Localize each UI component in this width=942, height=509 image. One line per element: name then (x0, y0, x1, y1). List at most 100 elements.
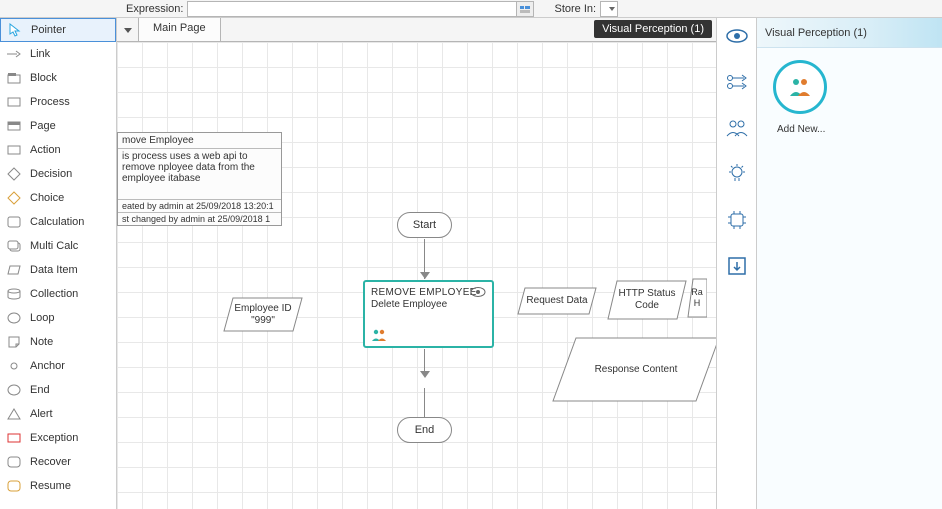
visual-perception-badge[interactable]: Visual Perception (1) (594, 20, 712, 38)
data-label: Employee ID (234, 303, 291, 314)
expression-input[interactable] (187, 1, 517, 17)
tool-link[interactable]: Link (0, 42, 116, 66)
tool-label: Recover (30, 456, 71, 468)
tool-label: Calculation (30, 216, 84, 228)
ai-button[interactable] (723, 206, 751, 234)
people-icon (371, 328, 387, 342)
data-item-employee-id[interactable]: Employee ID"999" (223, 297, 303, 332)
tool-label: Pointer (31, 24, 66, 36)
data-label: HTTP Status Code (607, 288, 687, 312)
choice-icon (6, 190, 22, 206)
tool-block[interactable]: Block (0, 66, 116, 90)
tool-calculation[interactable]: Calculation (0, 210, 116, 234)
tab-main-page[interactable]: Main Page (139, 18, 221, 41)
tool-process[interactable]: Process (0, 90, 116, 114)
tool-label: Process (30, 96, 70, 108)
tool-page[interactable]: Page (0, 114, 116, 138)
tool-collection[interactable]: Collection (0, 282, 116, 306)
resume-icon (6, 478, 22, 494)
eye-icon (470, 286, 486, 298)
exception-icon (6, 430, 22, 446)
end-stage[interactable]: End (397, 417, 452, 443)
tool-action[interactable]: Action (0, 138, 116, 162)
data-item-request-data[interactable]: Request Data (517, 287, 597, 315)
tool-dataitem[interactable]: Data Item (0, 258, 116, 282)
loop-icon (6, 310, 22, 326)
tool-label: Action (30, 144, 61, 156)
export-button[interactable] (723, 252, 751, 280)
note-icon (6, 334, 22, 350)
tool-label: Page (30, 120, 56, 132)
arrow-icon (420, 272, 430, 279)
data-label: Ra H (687, 287, 707, 309)
tool-label: Resume (30, 480, 71, 492)
tool-label: Block (30, 72, 57, 84)
vp-item-icon[interactable] (773, 60, 827, 114)
process-icon (6, 94, 22, 110)
data-item-response-content[interactable]: Response Content (552, 337, 716, 402)
page-tabs: Main Page Visual Perception (1) (117, 18, 716, 42)
tool-note[interactable]: Note (0, 330, 116, 354)
tool-pointer[interactable]: Pointer (0, 18, 116, 42)
block-icon (6, 70, 22, 86)
multicalc-icon (6, 238, 22, 254)
data-label: Response Content (595, 364, 678, 376)
tool-label: Link (30, 48, 50, 60)
tool-label: Anchor (30, 360, 65, 372)
action-subtitle: Delete Employee (371, 299, 486, 310)
tab-dropdown[interactable] (117, 18, 139, 42)
idea-button[interactable] (723, 160, 751, 188)
tool-label: Decision (30, 168, 72, 180)
tool-label: Alert (30, 408, 53, 420)
pointer-icon (7, 22, 23, 38)
expression-label: Expression: (0, 3, 187, 15)
alert-icon (6, 406, 22, 422)
expression-picker-button[interactable] (516, 1, 534, 17)
info-changed: st changed by admin at 25/09/2018 1 (118, 212, 281, 225)
tool-anchor[interactable]: Anchor (0, 354, 116, 378)
right-icon-bar (717, 18, 757, 509)
action-stage-remove-employee[interactable]: REMOVE EMPLOYEE Delete Employee (363, 280, 494, 348)
decision-icon (6, 166, 22, 182)
data-value: "999" (251, 315, 275, 326)
tool-loop[interactable]: Loop (0, 306, 116, 330)
tool-end[interactable]: End (0, 378, 116, 402)
data-item-partial[interactable]: Ra H (687, 278, 707, 318)
flow-button[interactable] (723, 68, 751, 96)
tool-label: End (30, 384, 50, 396)
tool-alert[interactable]: Alert (0, 402, 116, 426)
anchor-icon (6, 358, 22, 374)
tool-label: Data Item (30, 264, 78, 276)
recover-icon (6, 454, 22, 470)
toolbox: Pointer Link Block Process Page Action D… (0, 18, 117, 509)
collection-icon (6, 286, 22, 302)
store-in-label: Store In: (534, 3, 600, 15)
link-icon (6, 46, 22, 62)
data-item-http-status[interactable]: HTTP Status Code (607, 280, 687, 320)
tool-multicalc[interactable]: Multi Calc (0, 234, 116, 258)
tool-label: Collection (30, 288, 78, 300)
info-created: eated by admin at 25/09/2018 13:20:1 (118, 199, 281, 212)
info-desc: is process uses a web api to remove nplo… (118, 149, 281, 199)
vp-add-new[interactable]: Add New... (777, 124, 825, 135)
process-info-box[interactable]: move Employee is process uses a web api … (117, 132, 282, 226)
arrow-icon (420, 371, 430, 378)
people-button[interactable] (723, 114, 751, 142)
tool-label: Loop (30, 312, 54, 324)
start-stage[interactable]: Start (397, 212, 452, 238)
tool-resume[interactable]: Resume (0, 474, 116, 498)
eye-toggle-button[interactable] (723, 22, 751, 50)
tool-decision[interactable]: Decision (0, 162, 116, 186)
tool-choice[interactable]: Choice (0, 186, 116, 210)
store-in-combo[interactable] (600, 1, 618, 17)
tool-label: Exception (30, 432, 78, 444)
canvas-area: Main Page Visual Perception (1) move Emp… (117, 18, 717, 509)
dataitem-icon (6, 262, 22, 278)
connector (424, 388, 425, 417)
expression-bar: Expression: Store In: (0, 0, 942, 18)
tool-recover[interactable]: Recover (0, 450, 116, 474)
vp-panel-title: Visual Perception (1) (757, 18, 942, 48)
end-icon (6, 382, 22, 398)
tool-label: Multi Calc (30, 240, 78, 252)
tool-exception[interactable]: Exception (0, 426, 116, 450)
